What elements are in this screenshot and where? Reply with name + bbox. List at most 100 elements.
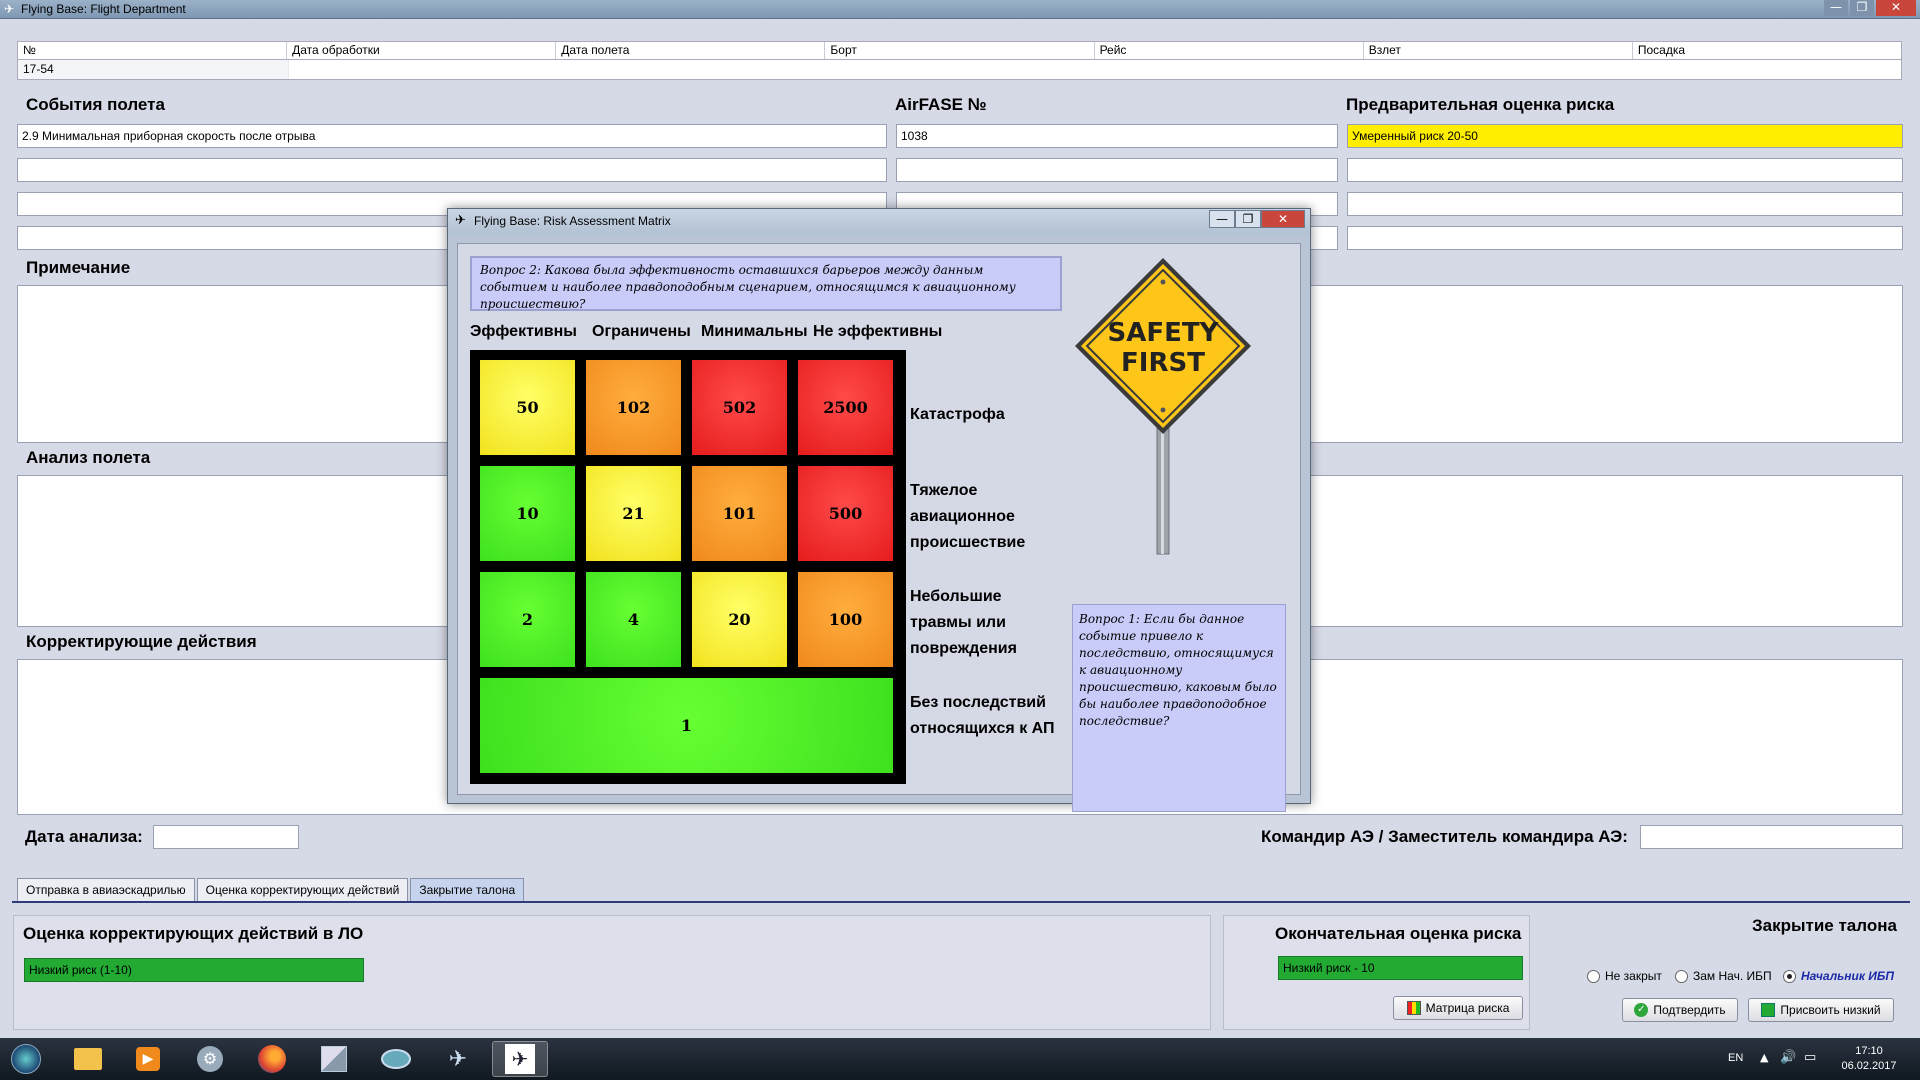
col-flight-date[interactable]: Дата полета [556, 42, 826, 59]
airfase-field-2[interactable] [896, 158, 1338, 182]
question-2: Вопрос 2: Какова была эффективность оста… [470, 256, 1062, 311]
radio-head[interactable]: Начальник ИБП [1783, 969, 1894, 983]
matrix-cell[interactable]: 500 [798, 466, 893, 561]
dialog-minimize-button[interactable]: — [1209, 210, 1235, 228]
commander-label: Командир АЭ / Заместитель командира АЭ: [1261, 827, 1628, 846]
dialog-title: Flying Base: Risk Assessment Matrix [474, 214, 671, 228]
col-takeoff[interactable]: Взлет [1364, 42, 1633, 59]
final-risk-label: Окончательная оценка риска [1275, 924, 1522, 943]
corrective-label: Корректирующие действия [26, 632, 257, 651]
closing-label: Закрытие талона [1752, 916, 1897, 935]
prelim-risk-field-1[interactable]: Умеренный риск 20-50 [1347, 124, 1903, 148]
green-square-icon [1761, 1003, 1776, 1017]
matrix-cell[interactable]: 102 [586, 360, 681, 455]
question-1: Вопрос 1: Если бы данное событие привело… [1072, 604, 1286, 812]
risk-matrix: 50 102 502 2500 10 21 101 500 2 4 20 100… [470, 350, 906, 784]
network-icon[interactable] [368, 1041, 424, 1077]
risk-matrix-button-label: Матрица риска [1425, 1001, 1510, 1015]
start-button-icon[interactable] [2, 1041, 50, 1077]
safety-first-sign: SAFETY FIRST [1075, 258, 1251, 555]
radio-circle [1675, 969, 1688, 983]
media-player-icon[interactable]: ▶ [120, 1041, 176, 1077]
row-cells [289, 60, 1901, 79]
col-effective: Эффективны [470, 323, 577, 340]
prelim-risk-field-3[interactable] [1347, 192, 1903, 216]
dialog-content: Вопрос 2: Какова была эффективность оста… [457, 243, 1301, 812]
analysis-date-field[interactable] [153, 825, 299, 849]
volume-icon[interactable]: 🔊 [1780, 1050, 1796, 1065]
matrix-cell[interactable]: 2 [480, 572, 575, 667]
tray-arrow-icon[interactable]: ▲ [1760, 1051, 1768, 1064]
dialog-close-button[interactable]: ✕ [1261, 210, 1305, 228]
table-row[interactable]: 17-54 [17, 60, 1902, 80]
radio-circle-selected [1783, 969, 1796, 983]
radio-head-label: Начальник ИБП [1801, 969, 1895, 983]
col-processing-date[interactable]: Дата обработки [287, 42, 557, 59]
matrix-cell[interactable]: 4 [586, 572, 681, 667]
tab-corrective-evaluation[interactable]: Оценка корректирующих действий [196, 878, 409, 902]
row-label-serious-accident: Тяжелое авиационное происшествие [910, 482, 1026, 551]
tab-closing[interactable]: Закрытие талона [410, 878, 525, 902]
matrix-cell[interactable]: 20 [692, 572, 787, 667]
dialog-title-bar: ✈ Flying Base: Risk Assessment Matrix — … [448, 209, 1310, 235]
note-label: Примечание [26, 258, 131, 277]
matrix-icon [1406, 1001, 1421, 1015]
event-field-2[interactable] [17, 158, 887, 182]
matrix-cell[interactable]: 10 [480, 466, 575, 561]
sign-line-1: SAFETY [1108, 318, 1220, 348]
final-risk-field[interactable]: Низкий риск - 10 [1278, 956, 1523, 980]
matrix-cell[interactable]: 2500 [798, 360, 893, 455]
commander-field[interactable] [1640, 825, 1903, 849]
check-icon: ✓ [1634, 1003, 1649, 1017]
matrix-cell[interactable]: 50 [480, 360, 575, 455]
network-tray-icon[interactable]: ▭ [1804, 1050, 1816, 1065]
matrix-cell[interactable]: 21 [586, 466, 681, 561]
firefox-icon[interactable] [244, 1041, 300, 1077]
dialog-maximize-button[interactable]: ❐ [1235, 210, 1261, 228]
matrix-cell[interactable]: 101 [692, 466, 787, 561]
tab-send-to-squadron[interactable]: Отправка в авиаэскадрилью [17, 878, 195, 902]
radio-not-closed[interactable]: Не закрыт [1587, 969, 1662, 983]
prelim-risk-field-4[interactable] [1347, 226, 1903, 250]
dialog-app-icon: ✈ [455, 213, 466, 228]
flying-base-icon[interactable]: ✈ [492, 1041, 548, 1077]
tools-icon[interactable]: ⚙ [182, 1041, 238, 1077]
radio-deputy-head[interactable]: Зам Нач. ИБП [1675, 969, 1772, 983]
col-aircraft[interactable]: Борт [825, 42, 1095, 59]
explorer-icon[interactable] [60, 1041, 116, 1077]
row-label-minor-injuries: Небольшие травмы или повреждения [910, 588, 1017, 657]
tab-divider [12, 901, 1910, 903]
airfase-field-1[interactable]: 1038 [896, 124, 1338, 148]
close-button[interactable]: ✕ [1876, 0, 1916, 16]
maximize-button[interactable]: ❐ [1850, 0, 1874, 16]
col-number[interactable]: № [18, 42, 288, 59]
assign-low-button[interactable]: Присвоить низкий [1748, 998, 1894, 1022]
cell-number: 17-54 [18, 60, 288, 79]
matrix-cell[interactable]: 100 [798, 572, 893, 667]
clock-time: 17:10 [1855, 1045, 1883, 1057]
confirm-button-label: Подтвердить [1653, 1003, 1726, 1017]
language-indicator[interactable]: EN [1728, 1052, 1743, 1064]
matrix-cell-wide[interactable]: 1 [480, 678, 893, 773]
prelim-risk-label: Предварительная оценка риска [1346, 95, 1615, 114]
assign-low-button-label: Присвоить низкий [1780, 1003, 1881, 1017]
radio-circle [1587, 969, 1600, 983]
minimize-button[interactable]: — [1824, 0, 1848, 16]
corrective-eval-label: Оценка корректирующих действий в ЛО [23, 924, 364, 943]
col-landing[interactable]: Посадка [1633, 42, 1901, 59]
clock[interactable]: 17:10 06.02.2017 [1836, 1044, 1902, 1074]
prelim-risk-field-2[interactable] [1347, 158, 1903, 182]
event-field-1[interactable]: 2.9 Минимальная приборная скорость после… [17, 124, 887, 148]
col-flight[interactable]: Рейс [1095, 42, 1364, 59]
app-icon: ✈ [4, 2, 15, 16]
virtualbox-icon[interactable] [306, 1041, 362, 1077]
col-minimal: Минимальны [701, 323, 808, 340]
plane-app-icon[interactable]: ✈ [430, 1041, 486, 1077]
tab-strip: Отправка в авиаэскадрилью Оценка коррект… [17, 878, 526, 902]
corrective-eval-field[interactable]: Низкий риск (1-10) [24, 958, 364, 982]
risk-matrix-button[interactable]: Матрица риска [1393, 996, 1523, 1020]
taskbar: ▶ ⚙ ✈ ✈ EN ▲ 🔊 ▭ 17:10 06.02.2017 [0, 1038, 1920, 1080]
confirm-button[interactable]: ✓ Подтвердить [1622, 998, 1738, 1022]
window-title: Flying Base: Flight Department [21, 2, 186, 16]
matrix-cell[interactable]: 502 [692, 360, 787, 455]
